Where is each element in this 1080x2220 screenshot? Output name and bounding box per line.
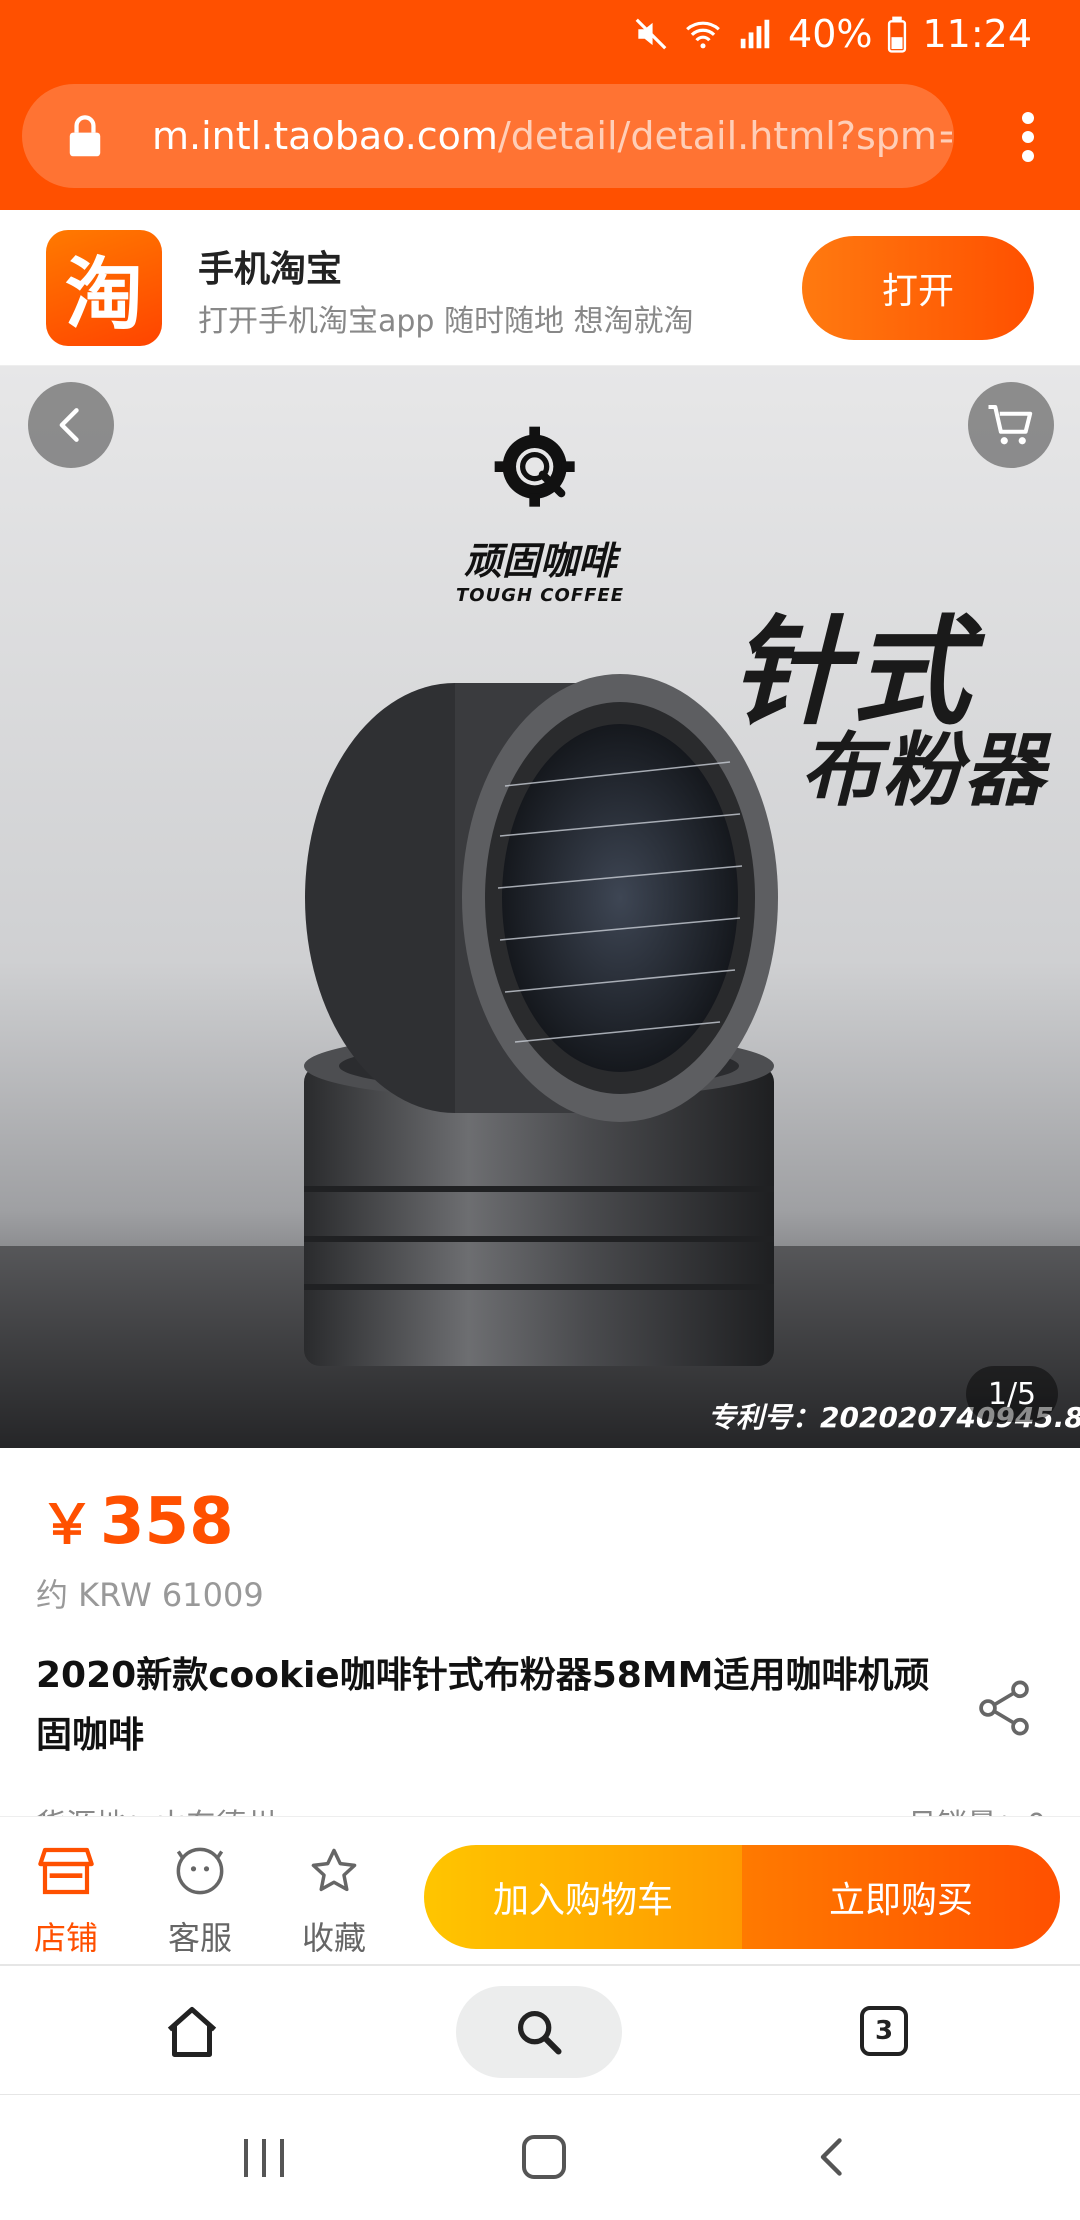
- chevron-left-icon: [59, 408, 79, 442]
- signal-icon: [740, 19, 770, 49]
- lock-icon: [69, 115, 101, 157]
- product-action-bar: 店铺 客服 收藏 加入购物车 立即购买: [0, 1816, 1080, 1964]
- favorite-label: 收藏: [301, 1919, 366, 1957]
- image-page-indicator: 1/5: [966, 1366, 1058, 1422]
- back-button[interactable]: [28, 382, 114, 468]
- brand-subtitle: TOUGH COFFEE: [456, 585, 624, 606]
- share-button[interactable]: [972, 1676, 1036, 1740]
- product-image-carousel[interactable]: 顽固咖啡 TOUGH COFFEE 针式 布粉器 专利号：20202074094…: [0, 366, 1080, 1448]
- star-icon: [311, 1848, 357, 1892]
- gear-magnifier-icon: [494, 426, 575, 507]
- browser-top-bar: 40% 11:24 m.intl.taobao.com/detail/detai…: [0, 0, 1080, 210]
- browser-bottom-toolbar: 3: [0, 1964, 1080, 2094]
- battery-icon: [888, 16, 907, 53]
- address-bar[interactable]: m.intl.taobao.com/detail/detail.html?spm…: [22, 84, 954, 188]
- customer-service-button[interactable]: 客服: [150, 1845, 250, 1959]
- buy-now-button[interactable]: 立即购买: [742, 1845, 1060, 1949]
- taobao-logo: 淘: [46, 230, 162, 346]
- purchase-buttons: 加入购物车 立即购买: [424, 1845, 1060, 1949]
- system-navigation-bar: [0, 2094, 1080, 2220]
- search-button[interactable]: [456, 1986, 622, 2078]
- status-bar: 40% 11:24: [0, 0, 1080, 68]
- hero-headline-2: 布粉器: [800, 724, 1046, 817]
- home-nav-icon[interactable]: [522, 2135, 566, 2179]
- tabs-button[interactable]: 3: [860, 2006, 908, 2056]
- brand-name: 顽固咖啡: [463, 539, 616, 583]
- brand-logo: 顽固咖啡 TOUGH COFFEE: [450, 424, 630, 606]
- currency-symbol: ￥: [40, 1493, 94, 1556]
- overflow-menu-icon[interactable]: [1020, 112, 1036, 162]
- favorite-button[interactable]: 收藏: [284, 1845, 384, 1959]
- approx-price: 约 KRW 61009: [36, 1576, 264, 1614]
- url-text: m.intl.taobao.com/detail/detail.html?spm…: [152, 114, 952, 158]
- open-app-button[interactable]: 打开: [802, 236, 1034, 340]
- search-icon: [517, 2010, 562, 2055]
- cart-icon: [988, 404, 1033, 445]
- banner-subtitle: 打开手机淘宝app 随时随地 想淘就淘: [198, 304, 694, 339]
- product-price: ￥358: [40, 1480, 234, 1559]
- url-domain: m.intl.taobao.com: [152, 114, 498, 158]
- home-icon[interactable]: [162, 2002, 222, 2062]
- share-icon: [979, 1680, 1029, 1736]
- service-label: 客服: [167, 1919, 232, 1957]
- cart-button[interactable]: [968, 382, 1054, 468]
- clock: 11:24: [922, 12, 1032, 56]
- shop-label: 店铺: [33, 1919, 98, 1957]
- chat-face-icon: [176, 1847, 224, 1895]
- price-value: 358: [100, 1485, 234, 1559]
- add-to-cart-button[interactable]: 加入购物车: [424, 1845, 742, 1949]
- back-nav-icon[interactable]: [812, 2135, 856, 2179]
- store-icon: [38, 1847, 94, 1895]
- shop-button[interactable]: 店铺: [16, 1845, 116, 1959]
- url-path: /detail/detail.html?spm=: [497, 114, 952, 158]
- banner-title: 手机淘宝: [198, 249, 343, 290]
- battery-percent: 40%: [788, 12, 873, 56]
- mute-icon: [635, 18, 667, 50]
- product-title: 2020新款cookie咖啡针式布粉器58MM适用咖啡机顽固咖啡: [36, 1655, 930, 1756]
- wifi-icon: [686, 21, 720, 49]
- recent-apps-icon[interactable]: [244, 2139, 284, 2177]
- app-download-banner: 淘 手机淘宝 打开手机淘宝app 随时随地 想淘就淘 打开: [0, 210, 1080, 366]
